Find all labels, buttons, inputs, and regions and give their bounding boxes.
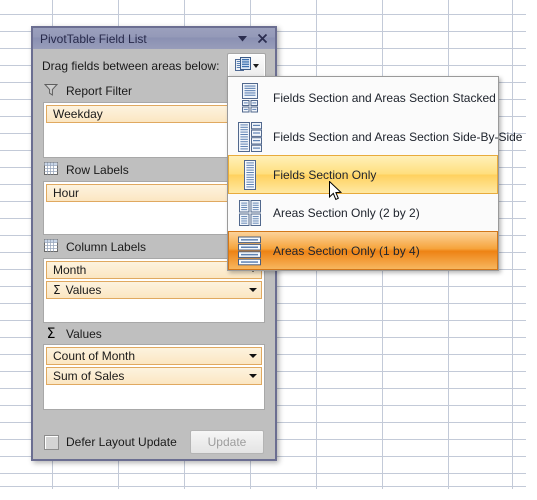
chevron-down-icon — [252, 63, 259, 68]
page-title: PivotTable Field List — [40, 31, 147, 46]
chevron-down-icon[interactable] — [249, 288, 257, 292]
fields-only-layout-icon — [235, 159, 265, 190]
field-pill-label: Month — [53, 263, 87, 277]
close-icon[interactable] — [257, 33, 268, 44]
layout-dropdown-menu: Fields Section and Areas Section Stacked — [227, 76, 522, 271]
menu-item-label: Fields Section and Areas Section Side-By… — [273, 129, 523, 144]
column-grid-icon — [44, 239, 58, 255]
menu-item-label: Areas Section Only (2 by 2) — [273, 205, 420, 220]
layout-selector-icon — [234, 56, 251, 75]
menu-item-stacked[interactable]: Fields Section and Areas Section Stacked — [229, 78, 497, 117]
row-grid-icon — [44, 162, 58, 178]
drag-hint-label: Drag fields between areas below: — [42, 58, 220, 73]
section-label: Column Labels — [66, 240, 147, 254]
drag-hint-row: Drag fields between areas below: — [33, 49, 275, 79]
funnel-icon — [43, 83, 59, 99]
field-pill[interactable]: Sum of Sales — [46, 367, 262, 385]
defer-layout-update-checkbox[interactable] — [44, 434, 59, 450]
sigma-icon: Σ — [53, 283, 61, 297]
mouse-pointer-icon — [329, 180, 343, 202]
defer-layout-update-label: Defer Layout Update — [66, 435, 177, 449]
section-label: Values — [66, 327, 102, 341]
menu-item-areas-2by2[interactable]: Areas Section Only (2 by 2) — [229, 193, 497, 232]
field-pill-label: Count of Month — [53, 349, 136, 363]
section-header-values: Σ Values — [33, 323, 275, 344]
menu-item-side-by-side[interactable]: Fields Section and Areas Section Side-By… — [229, 117, 522, 156]
update-button[interactable]: Update — [190, 430, 264, 454]
field-pill-label: Values — [65, 283, 102, 297]
stacked-layout-icon — [235, 82, 265, 113]
menu-item-label: Areas Section Only (1 by 4) — [273, 243, 420, 258]
window-titlebar[interactable]: PivotTable Field List — [33, 28, 275, 50]
field-pill-label: Weekday — [53, 107, 103, 121]
chevron-down-icon[interactable] — [237, 34, 248, 43]
field-pill-label: Sum of Sales — [53, 369, 125, 383]
areas-1by4-layout-icon — [235, 236, 265, 266]
chevron-down-icon[interactable] — [249, 354, 257, 358]
spreadsheet-right-margin — [526, 0, 537, 500]
areas-2by2-layout-icon — [235, 199, 265, 227]
chevron-down-icon[interactable] — [249, 374, 257, 378]
sigma-icon: Σ — [46, 325, 56, 342]
field-list-footer: Defer Layout Update Update — [33, 425, 275, 459]
side-by-side-layout-icon — [235, 121, 265, 152]
dropzone-values[interactable]: Count of Month Sum of Sales — [43, 344, 265, 410]
field-pill-label: Hour — [53, 186, 80, 200]
menu-item-label: Fields Section and Areas Section Stacked — [273, 90, 496, 105]
field-pill[interactable]: Σ Values — [46, 281, 262, 299]
field-pill[interactable]: Count of Month — [46, 347, 262, 365]
layout-selector-button[interactable] — [227, 52, 266, 79]
spreadsheet-bottom-margin — [0, 489, 537, 500]
menu-item-fields-only[interactable]: Fields Section Only — [228, 155, 498, 194]
menu-item-label: Fields Section Only — [273, 167, 377, 182]
section-label: Report Filter — [66, 84, 133, 98]
menu-item-areas-1by4[interactable]: Areas Section Only (1 by 4) — [228, 231, 498, 270]
section-label: Row Labels — [66, 163, 129, 177]
